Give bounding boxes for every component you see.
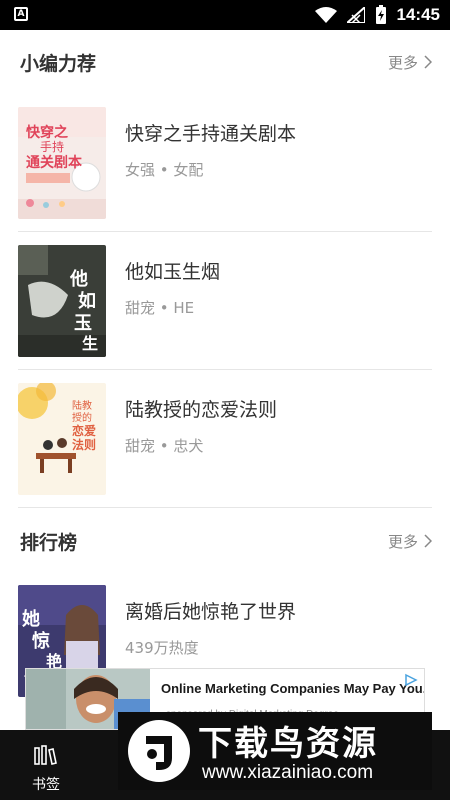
book-title: 陆教授的恋爱法则 xyxy=(125,399,278,421)
svg-text:玉: 玉 xyxy=(74,313,92,334)
svg-text:她: 她 xyxy=(22,608,40,630)
book-meta: 女强 • 女配 xyxy=(125,161,204,179)
more-label: 更多 xyxy=(387,53,418,72)
nav-item-bookmark[interactable]: 书签 xyxy=(18,740,74,796)
svg-text:手持: 手持 xyxy=(40,139,64,154)
svg-text:他: 他 xyxy=(69,268,88,290)
book-item[interactable]: 快穿之 手持 通关剧本 快穿之手持通关剧本 女强 • 女配 xyxy=(18,107,432,221)
section-title: 小编力荐 xyxy=(20,52,97,75)
book-item[interactable]: 他 如 玉 生 他如玉生烟 甜宠 • HE xyxy=(18,245,432,359)
book-meta: 439万热度 xyxy=(125,639,199,657)
cover-art-2: 他 如 玉 生 xyxy=(18,245,106,357)
status-bar: A 14:45 xyxy=(0,0,450,30)
book-meta: 甜宠 • 忠犬 xyxy=(125,437,204,455)
signal-icon xyxy=(346,7,365,23)
divider xyxy=(18,369,432,370)
status-icons: 14:45 xyxy=(314,5,440,25)
book-meta: 甜宠 • HE xyxy=(125,299,195,317)
book-item[interactable]: 陆教 授的 恋爱 法则 陆教授的恋爱法则 甜宠 • 忠犬 xyxy=(18,383,432,497)
divider xyxy=(18,507,432,508)
cover-art-1: 快穿之 手持 通关剧本 xyxy=(18,107,106,219)
nav-label: 书签 xyxy=(32,777,60,793)
notification-icon: A xyxy=(14,7,28,21)
divider xyxy=(18,231,432,232)
ranking-section-header: 排行榜 更多 xyxy=(20,526,432,556)
svg-text:如: 如 xyxy=(78,290,96,312)
svg-text:生: 生 xyxy=(82,334,98,353)
ranking-more-link[interactable]: 更多 xyxy=(388,531,432,552)
book-cover: 快穿之 手持 通关剧本 xyxy=(18,107,106,219)
watermark-title: 下载鸟资源 xyxy=(198,724,378,764)
section-title: 排行榜 xyxy=(20,531,78,554)
svg-text:法则: 法则 xyxy=(72,437,96,452)
ad-title: Online Marketing Companies May Pay You..… xyxy=(161,681,425,696)
book-title: 他如玉生烟 xyxy=(125,261,221,283)
svg-text:惊: 惊 xyxy=(32,630,50,652)
watermark-url: www.xiazainiao.com xyxy=(202,762,374,783)
book-title: 离婚后她惊艳了世界 xyxy=(125,601,297,623)
chevron-right-icon xyxy=(424,534,432,548)
bookshelf-icon xyxy=(34,745,57,765)
ad-choices-icon[interactable] xyxy=(404,673,418,687)
svg-text:通关剧本: 通关剧本 xyxy=(26,154,83,171)
svg-text:恋爱: 恋爱 xyxy=(72,423,96,438)
cover-art-3: 陆教 授的 恋爱 法则 xyxy=(18,383,106,495)
wifi-icon xyxy=(314,7,337,23)
battery-icon xyxy=(375,5,386,24)
book-title: 快穿之手持通关剧本 xyxy=(125,123,297,145)
svg-text:授的: 授的 xyxy=(72,411,92,424)
recommend-more-link[interactable]: 更多 xyxy=(388,52,432,73)
book-cover: 陆教 授的 恋爱 法则 xyxy=(18,383,106,495)
svg-text:快穿之: 快穿之 xyxy=(26,124,68,141)
recommend-section-header: 小编力荐 更多 xyxy=(20,47,432,77)
book-cover: 他 如 玉 生 xyxy=(18,245,106,357)
svg-text:陆教: 陆教 xyxy=(72,399,92,412)
bird-logo-icon xyxy=(128,720,190,782)
clock: 14:45 xyxy=(396,5,440,24)
more-label: 更多 xyxy=(387,532,418,551)
chevron-right-icon xyxy=(424,55,432,69)
watermark: 下载鸟资源 www.xiazainiao.com xyxy=(118,712,432,790)
